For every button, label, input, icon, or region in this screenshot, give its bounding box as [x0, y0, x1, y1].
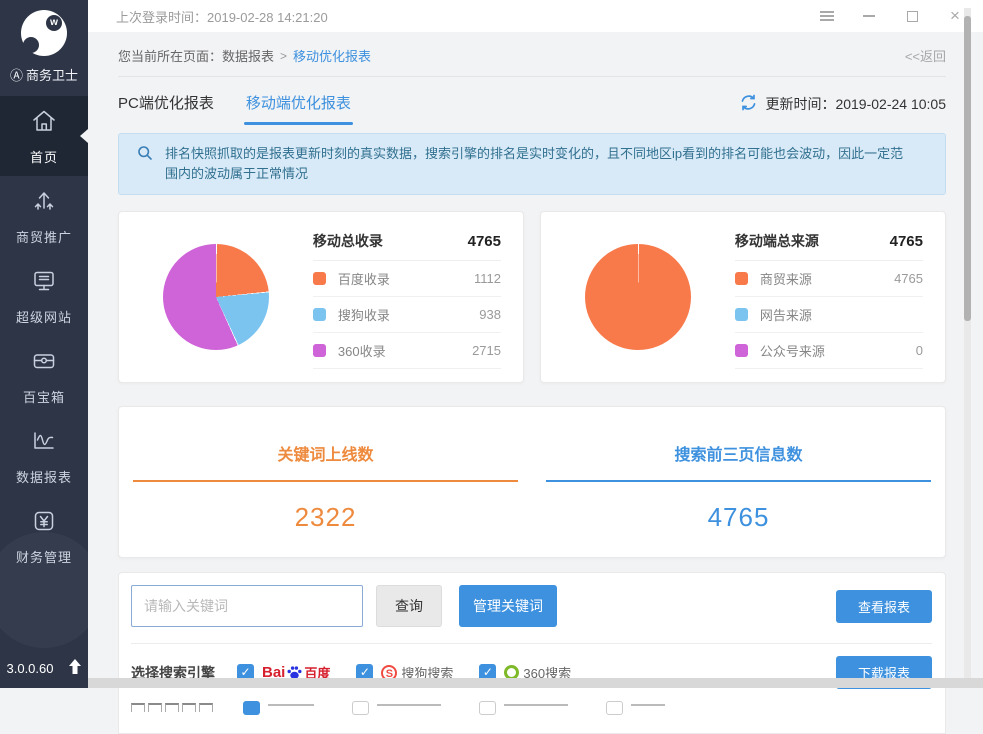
breadcrumb-section[interactable]: 数据报表 [222, 46, 274, 65]
window-bottom-edge [88, 678, 983, 688]
legend-swatch [735, 308, 748, 321]
keyword-stats-card: 关键词上线数 2322 搜索前三页信息数 4765 [118, 406, 946, 558]
mobile-source-legend: 移动端总来源 4765 商贸来源 4765 网告来源 [735, 225, 945, 369]
clipped-checkbox[interactable] [479, 701, 496, 715]
menu-icon[interactable] [820, 8, 834, 24]
breadcrumb: 您当前所在页面： 数据报表 > 移动优化报表 <<返回 [118, 32, 946, 77]
card-title: 移动总收录 [313, 231, 383, 251]
sidebar-item-website[interactable]: 超级网站 [0, 256, 88, 336]
mobile-index-card: 移动总收录 4765 百度收录 1112 搜狗收录 938 [118, 211, 524, 383]
legend-row: 商贸来源 4765 [735, 261, 923, 297]
home-icon [30, 107, 58, 140]
sidebar: w Ⓐ商务卫士 首页 商贸推广 [0, 0, 88, 688]
sidebar-item-home[interactable]: 首页 [0, 96, 88, 176]
website-icon [30, 267, 58, 300]
minimize-icon[interactable] [861, 8, 877, 24]
notice-banner: 排名快照抓取的是报表更新时刻的真实数据，搜索引擎的排名是实时变化的，且不同地区i… [118, 133, 946, 195]
legend-swatch [735, 344, 748, 357]
tab-pc-report[interactable]: PC端优化报表 [118, 92, 214, 125]
tab-mobile-report[interactable]: 移动端优化报表 [246, 92, 351, 125]
legend-swatch [313, 308, 326, 321]
stat-divider [546, 480, 930, 482]
sidebar-item-promotion[interactable]: 商贸推广 [0, 176, 88, 256]
view-report-button[interactable]: 查看报表 [836, 590, 932, 623]
card-total: 4765 [890, 233, 923, 250]
legend-row: 网告来源 [735, 297, 923, 333]
sidebar-item-reports[interactable]: 数据报表 [0, 416, 88, 496]
update-time: 更新时间：2019-02-24 10:05 [765, 94, 946, 114]
breadcrumb-current[interactable]: 移动优化报表 [293, 46, 371, 65]
legend-swatch [313, 272, 326, 285]
clipped-option-row [131, 703, 932, 713]
vertical-scrollbar[interactable] [964, 8, 971, 688]
card-title: 移动端总来源 [735, 231, 819, 251]
stat-divider [133, 480, 517, 482]
maximize-icon[interactable] [904, 8, 920, 24]
card-total: 4765 [468, 233, 501, 250]
sidebar-item-toolbox[interactable]: 百宝箱 [0, 336, 88, 416]
upgrade-arrow-icon[interactable] [68, 659, 82, 678]
clipped-checkbox[interactable] [606, 701, 623, 715]
clipped-checkbox[interactable] [352, 701, 369, 715]
keyword-action-card: 查询 管理关键词 查看报表 选择搜索引擎 ✓ Bai 百度 [118, 572, 946, 734]
manage-keywords-button[interactable]: 管理关键词 [459, 585, 557, 627]
report-tabs: PC端优化报表 移动端优化报表 更新时间：2019-02-24 10:05 [118, 77, 946, 123]
toolbox-icon [30, 347, 58, 380]
keyword-input[interactable] [131, 585, 363, 627]
stat-top3-pages: 搜索前三页信息数 4765 [532, 441, 945, 557]
legend-row: 公众号来源 0 [735, 333, 923, 369]
content-area: 您当前所在页面： 数据报表 > 移动优化报表 <<返回 PC端优化报表 移动端优… [88, 32, 983, 734]
brand-badge-icon: Ⓐ [10, 68, 23, 83]
search-icon [137, 145, 153, 167]
legend-row: 360收录 2715 [313, 333, 501, 369]
close-icon[interactable]: × [947, 8, 963, 24]
report-icon [30, 427, 58, 460]
mobile-index-pie-chart [163, 244, 269, 350]
active-notch [80, 129, 88, 143]
brand-block: w Ⓐ商务卫士 [0, 0, 88, 96]
logo-swirl [23, 37, 39, 53]
refresh-icon[interactable] [740, 94, 757, 114]
scrollbar-thumb[interactable] [964, 16, 971, 321]
promote-icon [30, 187, 58, 220]
brand-name: Ⓐ商务卫士 [10, 65, 78, 84]
clipped-label [131, 703, 213, 713]
stat-keywords-online: 关键词上线数 2322 [119, 441, 532, 557]
mobile-source-pie-chart [585, 244, 691, 350]
last-login-time: 上次登录时间：2019-02-28 14:21:20 [116, 7, 328, 26]
back-link[interactable]: <<返回 [905, 46, 946, 65]
version-label: 3.0.0.60 [7, 661, 54, 676]
legend-swatch [313, 344, 326, 357]
legend-row: 百度收录 1112 [313, 261, 501, 297]
query-button[interactable]: 查询 [376, 585, 442, 627]
logo-letter: w [46, 15, 62, 31]
app-window: w Ⓐ商务卫士 首页 商贸推广 [0, 0, 983, 688]
title-bar: 上次登录时间：2019-02-28 14:21:20 × [88, 0, 983, 32]
notice-text: 排名快照抓取的是报表更新时刻的真实数据，搜索引擎的排名是实时变化的，且不同地区i… [165, 146, 903, 181]
breadcrumb-prefix: 您当前所在页面： [118, 46, 222, 65]
mobile-source-card: 移动端总来源 4765 商贸来源 4765 网告来源 [540, 211, 946, 383]
clipped-checkbox[interactable] [243, 701, 260, 715]
sidebar-menu: 首页 商贸推广 超级网站 百宝箱 [0, 96, 88, 576]
main-panel: 上次登录时间：2019-02-28 14:21:20 × 您当前所在页面： 数据… [88, 0, 983, 688]
breadcrumb-separator: > [280, 49, 287, 63]
legend-row: 搜狗收录 938 [313, 297, 501, 333]
legend-swatch [735, 272, 748, 285]
app-logo: w [21, 10, 67, 56]
mobile-index-legend: 移动总收录 4765 百度收录 1112 搜狗收录 938 [313, 225, 523, 369]
